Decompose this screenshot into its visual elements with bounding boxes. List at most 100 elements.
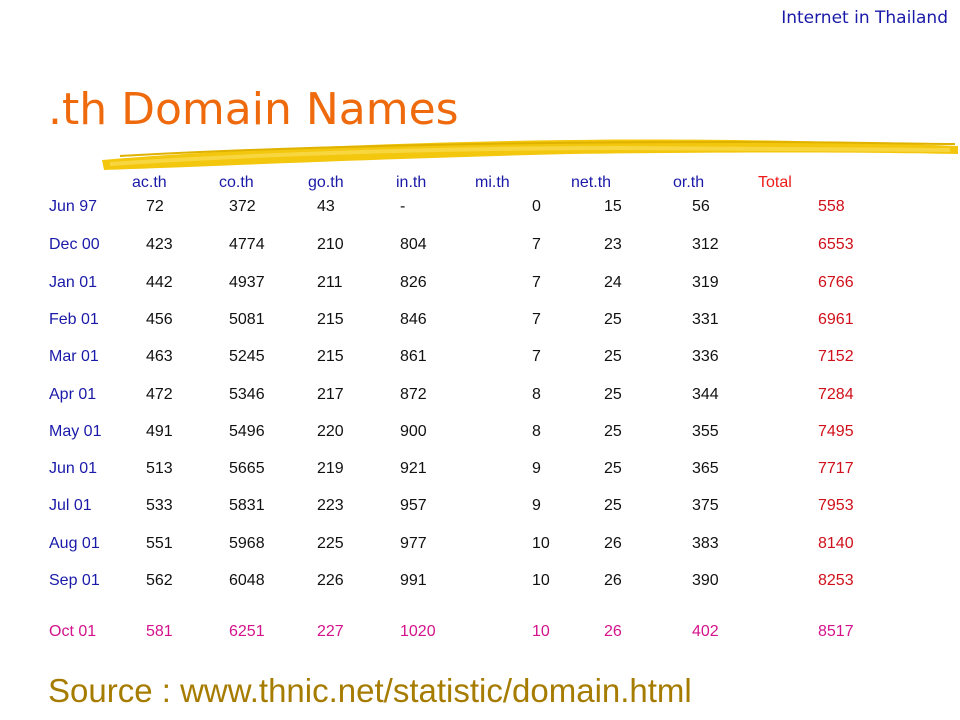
table-cell: 8 bbox=[532, 386, 541, 403]
table-cell: 25 bbox=[604, 386, 622, 403]
table-cell: 43 bbox=[317, 198, 335, 215]
total-cell: 8253 bbox=[818, 572, 854, 589]
row-label: Jul 01 bbox=[49, 497, 92, 514]
table-cell: 7 bbox=[532, 236, 541, 253]
table-cell: 217 bbox=[317, 386, 344, 403]
table-cell: 7 bbox=[532, 348, 541, 365]
row-label: Mar 01 bbox=[49, 348, 99, 365]
total-cell: 7284 bbox=[818, 386, 854, 403]
table-cell: 26 bbox=[604, 572, 622, 589]
row-label: Jan 01 bbox=[49, 274, 98, 291]
table-cell: 1020 bbox=[400, 623, 436, 640]
table-cell: 226 bbox=[317, 572, 344, 589]
table-cell: 25 bbox=[604, 460, 622, 477]
table-cell: 390 bbox=[692, 572, 719, 589]
table-cell: 5346 bbox=[229, 386, 265, 403]
table-cell: 456 bbox=[146, 311, 173, 328]
total-cell: 6961 bbox=[818, 311, 854, 328]
table-cell: 211 bbox=[317, 274, 343, 291]
table-cell: 220 bbox=[317, 423, 344, 440]
table-cell: 5831 bbox=[229, 497, 265, 514]
table-cell: 25 bbox=[604, 423, 622, 440]
table-cell: 24 bbox=[604, 274, 622, 291]
column-header: net.th bbox=[571, 174, 612, 191]
page-title: .th Domain Names bbox=[48, 84, 459, 135]
row-label: Feb 01 bbox=[49, 311, 99, 328]
table-cell: 7 bbox=[532, 274, 541, 291]
row-label: Aug 01 bbox=[49, 535, 100, 552]
row-label: Apr 01 bbox=[49, 386, 97, 403]
table-cell: 10 bbox=[532, 572, 550, 589]
table-cell: 5081 bbox=[229, 311, 265, 328]
table-cell: 25 bbox=[604, 348, 622, 365]
table-cell: 921 bbox=[400, 460, 427, 477]
table-cell: 442 bbox=[146, 274, 173, 291]
table-cell: 0 bbox=[532, 198, 541, 215]
table-cell: 4937 bbox=[229, 274, 265, 291]
table-cell: 10 bbox=[532, 623, 550, 640]
table-cell: 355 bbox=[692, 423, 719, 440]
table-cell: 551 bbox=[146, 535, 173, 552]
column-header: mi.th bbox=[475, 174, 510, 191]
table-cell: 423 bbox=[146, 236, 173, 253]
table-cell: 513 bbox=[146, 460, 173, 477]
row-label: May 01 bbox=[49, 423, 102, 440]
table-cell: 9 bbox=[532, 497, 541, 514]
table-cell: 10 bbox=[532, 535, 550, 552]
table-cell: 26 bbox=[604, 623, 622, 640]
table-cell: 977 bbox=[400, 535, 427, 552]
table-cell: 25 bbox=[604, 497, 622, 514]
table-cell: 225 bbox=[317, 535, 344, 552]
table-cell: 72 bbox=[146, 198, 164, 215]
table-cell: 56 bbox=[692, 198, 710, 215]
total-cell: 7953 bbox=[818, 497, 854, 514]
row-label: Sep 01 bbox=[49, 572, 100, 589]
table-cell: 581 bbox=[146, 623, 173, 640]
table-cell: 15 bbox=[604, 198, 622, 215]
table-cell: 6048 bbox=[229, 572, 265, 589]
column-header: Total bbox=[758, 174, 792, 191]
table-cell: 861 bbox=[400, 348, 427, 365]
table-cell: 846 bbox=[400, 311, 427, 328]
total-cell: 6553 bbox=[818, 236, 854, 253]
table-cell: 210 bbox=[317, 236, 344, 253]
total-cell: 7495 bbox=[818, 423, 854, 440]
table-cell: 365 bbox=[692, 460, 719, 477]
table-cell: 215 bbox=[317, 311, 344, 328]
row-label: Jun 97 bbox=[49, 198, 98, 215]
table-cell: 402 bbox=[692, 623, 719, 640]
table-cell: 872 bbox=[400, 386, 427, 403]
table-cell: 215 bbox=[317, 348, 344, 365]
row-label: Oct 01 bbox=[49, 623, 97, 640]
table-cell: 319 bbox=[692, 274, 719, 291]
source-citation: Source : www.thnic.net/statistic/domain.… bbox=[48, 672, 692, 709]
table-cell: 26 bbox=[604, 535, 622, 552]
row-label: Jun 01 bbox=[49, 460, 98, 477]
total-cell: 7717 bbox=[818, 460, 854, 477]
table-cell: 7 bbox=[532, 311, 541, 328]
total-cell: 558 bbox=[818, 198, 845, 215]
total-cell: 6766 bbox=[818, 274, 854, 291]
table-cell: 4774 bbox=[229, 236, 265, 253]
table-cell: 331 bbox=[692, 311, 719, 328]
table-cell: 25 bbox=[604, 311, 622, 328]
total-cell: 8517 bbox=[818, 623, 854, 640]
table-cell: 6251 bbox=[229, 623, 265, 640]
table-cell: - bbox=[400, 198, 406, 215]
table-cell: 9 bbox=[532, 460, 541, 477]
table-cell: 23 bbox=[604, 236, 622, 253]
table-cell: 991 bbox=[400, 572, 427, 589]
table-cell: 344 bbox=[692, 386, 719, 403]
row-label: Dec 00 bbox=[49, 236, 100, 253]
table-cell: 336 bbox=[692, 348, 719, 365]
table-cell: 562 bbox=[146, 572, 173, 589]
table-cell: 5665 bbox=[229, 460, 265, 477]
table-cell: 463 bbox=[146, 348, 173, 365]
table-cell: 5968 bbox=[229, 535, 265, 552]
table-cell: 900 bbox=[400, 423, 427, 440]
table-cell: 804 bbox=[400, 236, 427, 253]
table-cell: 5496 bbox=[229, 423, 265, 440]
table-cell: 826 bbox=[400, 274, 427, 291]
table-cell: 491 bbox=[146, 423, 173, 440]
slide: Internet in Thailand .th Domain Names ac… bbox=[0, 0, 960, 720]
